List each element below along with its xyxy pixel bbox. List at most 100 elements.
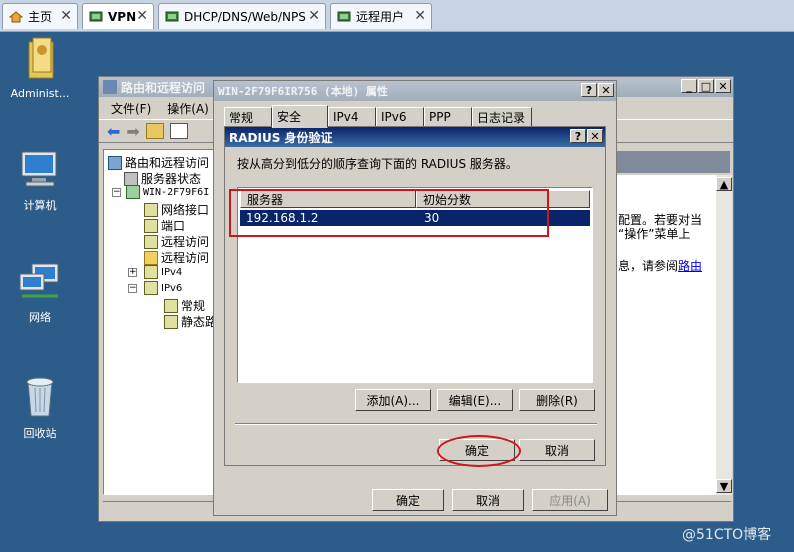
- dialog-title: RADIUS 身份验证: [229, 130, 333, 145]
- server-icon: [108, 155, 122, 170]
- properties-titlebar: WIN-2F79F6IR756 (本地) 属性 ? ✕: [214, 81, 616, 101]
- protocol-icon: [144, 265, 158, 279]
- tree-item-network-interfaces[interactable]: 网络接口: [144, 201, 209, 218]
- help-link[interactable]: 路由: [678, 259, 702, 273]
- tree-pane: 路由和远程访问 服务器状态 − WIN-2F79F6I 网络接口 端口 远程访问…: [103, 149, 217, 495]
- vm-tab-strip: 主页 ✕ VPN ✕ DHCP/DNS/Web/NPS ✕ 远程用户 ✕: [0, 0, 794, 32]
- tab-ppp[interactable]: PPP: [424, 107, 472, 127]
- window-title: WIN-2F79F6IR756 (本地) 属性: [218, 85, 388, 98]
- tab-label: DHCP/DNS/Web/NPS: [184, 9, 306, 24]
- instruction-text: 按从高分到低分的顺序查询下面的 RADIUS 服务器。: [237, 157, 518, 171]
- network-interface-icon: [144, 202, 158, 217]
- route-icon: [164, 314, 178, 329]
- vm-icon: [89, 11, 103, 23]
- general-icon: [164, 298, 178, 313]
- home-icon: [8, 10, 24, 23]
- maximize-button[interactable]: □: [698, 79, 714, 93]
- remove-button[interactable]: 删除(R): [519, 389, 595, 411]
- vertical-scrollbar[interactable]: ▲ ▼: [716, 175, 732, 495]
- back-icon[interactable]: ⬅: [107, 122, 120, 141]
- tree-item-ipv4[interactable]: IPv4: [144, 265, 182, 279]
- tree-item-remote-access-logging[interactable]: 远程访问: [144, 249, 209, 266]
- tab-remote-user[interactable]: 远程用户 ✕: [330, 3, 432, 29]
- desktop-icon-label: Administ...: [10, 87, 70, 100]
- tab-home[interactable]: 主页 ✕: [2, 3, 78, 29]
- close-button[interactable]: ✕: [715, 79, 731, 93]
- tree-item-general[interactable]: 常规: [164, 297, 205, 314]
- props-apply-button[interactable]: 应用(A): [532, 489, 608, 511]
- radius-dialog: RADIUS 身份验证 ? ✕ 按从高分到低分的顺序查询下面的 RADIUS 服…: [224, 126, 606, 467]
- cancel-button[interactable]: 取消: [519, 439, 595, 461]
- desktop-icon-network[interactable]: 网络: [0, 262, 80, 325]
- tab-ipv6[interactable]: IPv6: [376, 107, 424, 127]
- tree-item-ports[interactable]: 端口: [144, 217, 185, 234]
- protocol-icon: [144, 281, 158, 295]
- tab-ipv4[interactable]: IPv4: [328, 107, 376, 127]
- recycle-bin-icon: [0, 374, 80, 421]
- network-icon: [0, 262, 80, 305]
- scroll-up-button[interactable]: ▲: [716, 177, 732, 191]
- minimize-button[interactable]: _: [681, 79, 697, 93]
- server-status-icon: [124, 171, 138, 186]
- window-icon: [103, 80, 117, 94]
- desktop-icon-label: 回收站: [23, 427, 57, 440]
- tab-label: 主页: [28, 10, 53, 24]
- close-icon[interactable]: ✕: [308, 8, 320, 24]
- property-tabs: 常规 安全 IPv4 IPv6 PPP 日志记录: [224, 101, 616, 128]
- collapse-toggle[interactable]: −: [112, 188, 121, 197]
- tab-security[interactable]: 安全: [272, 105, 328, 128]
- tab-vpn[interactable]: VPN ✕: [82, 3, 154, 29]
- close-icon[interactable]: ✕: [136, 8, 148, 24]
- desktop-icon-label: 计算机: [23, 199, 57, 212]
- right-pane-text-3: 息，请参阅路由: [618, 259, 703, 273]
- help-button[interactable]: ?: [581, 83, 597, 97]
- desktop-icon-computer[interactable]: 计算机: [0, 150, 80, 213]
- desktop-icon-label: 网络: [29, 311, 51, 324]
- right-pane-text-2: “操作”菜单上: [618, 227, 691, 241]
- tab-label: 远程用户: [356, 10, 405, 24]
- highlight-oval: [437, 435, 521, 467]
- console-tree-icon[interactable]: [169, 123, 188, 139]
- desktop-icon-administrator[interactable]: Administ...: [0, 36, 80, 100]
- collapse-toggle[interactable]: −: [128, 284, 137, 293]
- window-title: 路由和远程访问: [121, 80, 206, 95]
- tree-item-remote-access-clients[interactable]: 远程访问: [144, 233, 209, 250]
- menu-file[interactable]: 文件(F): [111, 100, 151, 117]
- close-icon[interactable]: ✕: [414, 8, 426, 24]
- tab-dhcp-dns-web-nps[interactable]: DHCP/DNS/Web/NPS ✕: [158, 3, 326, 29]
- right-pane: 配置。若要对当 “操作”菜单上 息，请参阅路由: [616, 175, 716, 495]
- menu-action[interactable]: 操作(A): [167, 100, 209, 117]
- clients-icon: [144, 234, 158, 249]
- highlight-box: [229, 189, 549, 237]
- vm-icon: [337, 11, 351, 23]
- close-button[interactable]: ✕: [587, 129, 603, 143]
- scroll-down-button[interactable]: ▼: [716, 479, 732, 493]
- tab-general[interactable]: 常规: [224, 107, 272, 127]
- expand-toggle[interactable]: +: [128, 268, 137, 277]
- close-button[interactable]: ✕: [598, 83, 614, 97]
- vm-icon: [165, 11, 179, 23]
- watermark: @51CTO博客: [682, 527, 772, 543]
- close-icon[interactable]: ✕: [60, 8, 72, 24]
- server-up-icon: [126, 185, 140, 199]
- separator: [235, 423, 597, 425]
- tree-item-server[interactable]: WIN-2F79F6I: [126, 185, 209, 199]
- up-folder-icon[interactable]: [145, 123, 164, 139]
- edit-button[interactable]: 编辑(E)...: [437, 389, 513, 411]
- help-button[interactable]: ?: [570, 129, 586, 143]
- tree-item-ipv6[interactable]: IPv6: [144, 281, 182, 295]
- desktop-icon-recycle-bin[interactable]: 回收站: [0, 374, 80, 441]
- props-cancel-button[interactable]: 取消: [452, 489, 524, 511]
- forward-icon[interactable]: ➡: [126, 122, 139, 141]
- ports-icon: [144, 218, 158, 233]
- user-folder-icon: [0, 36, 80, 83]
- right-pane-header: [616, 151, 730, 173]
- folder-icon: [144, 250, 158, 265]
- props-ok-button[interactable]: 确定: [372, 489, 444, 511]
- tree-item-rras[interactable]: 路由和远程访问: [108, 154, 209, 171]
- tab-label: VPN: [108, 9, 137, 24]
- tree-item-static-routes[interactable]: 静态路: [164, 313, 217, 330]
- computer-icon: [0, 150, 80, 193]
- tab-logging[interactable]: 日志记录: [472, 107, 532, 127]
- add-button[interactable]: 添加(A)...: [355, 389, 431, 411]
